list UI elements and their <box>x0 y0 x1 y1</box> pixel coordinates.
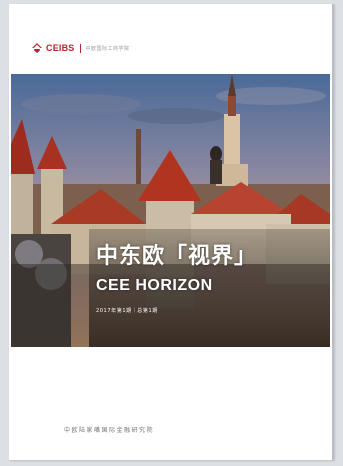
issue-number: 2017年第1期｜总第1期 <box>96 308 158 314</box>
report-cover: CEIBS 中欧国际工商学院 中东欧「视界」 CEE HORIZON 2017年… <box>9 4 334 460</box>
publisher-name: 中欧陆家嘴国际金融研究院 <box>64 427 155 434</box>
cover-photo-tallinn-old-town <box>11 74 330 347</box>
brand-name: CEIBS <box>46 43 75 53</box>
logo-divider <box>79 43 81 53</box>
cover-title-english: CEE HORIZON <box>96 277 213 294</box>
cover-title-chinese: 中东欧「视界」 <box>96 244 258 269</box>
ceibs-logo-icon <box>32 43 42 53</box>
brand-subtitle: 中欧国际工商学院 <box>85 45 130 52</box>
ceibs-logo: CEIBS 中欧国际工商学院 <box>31 41 130 55</box>
